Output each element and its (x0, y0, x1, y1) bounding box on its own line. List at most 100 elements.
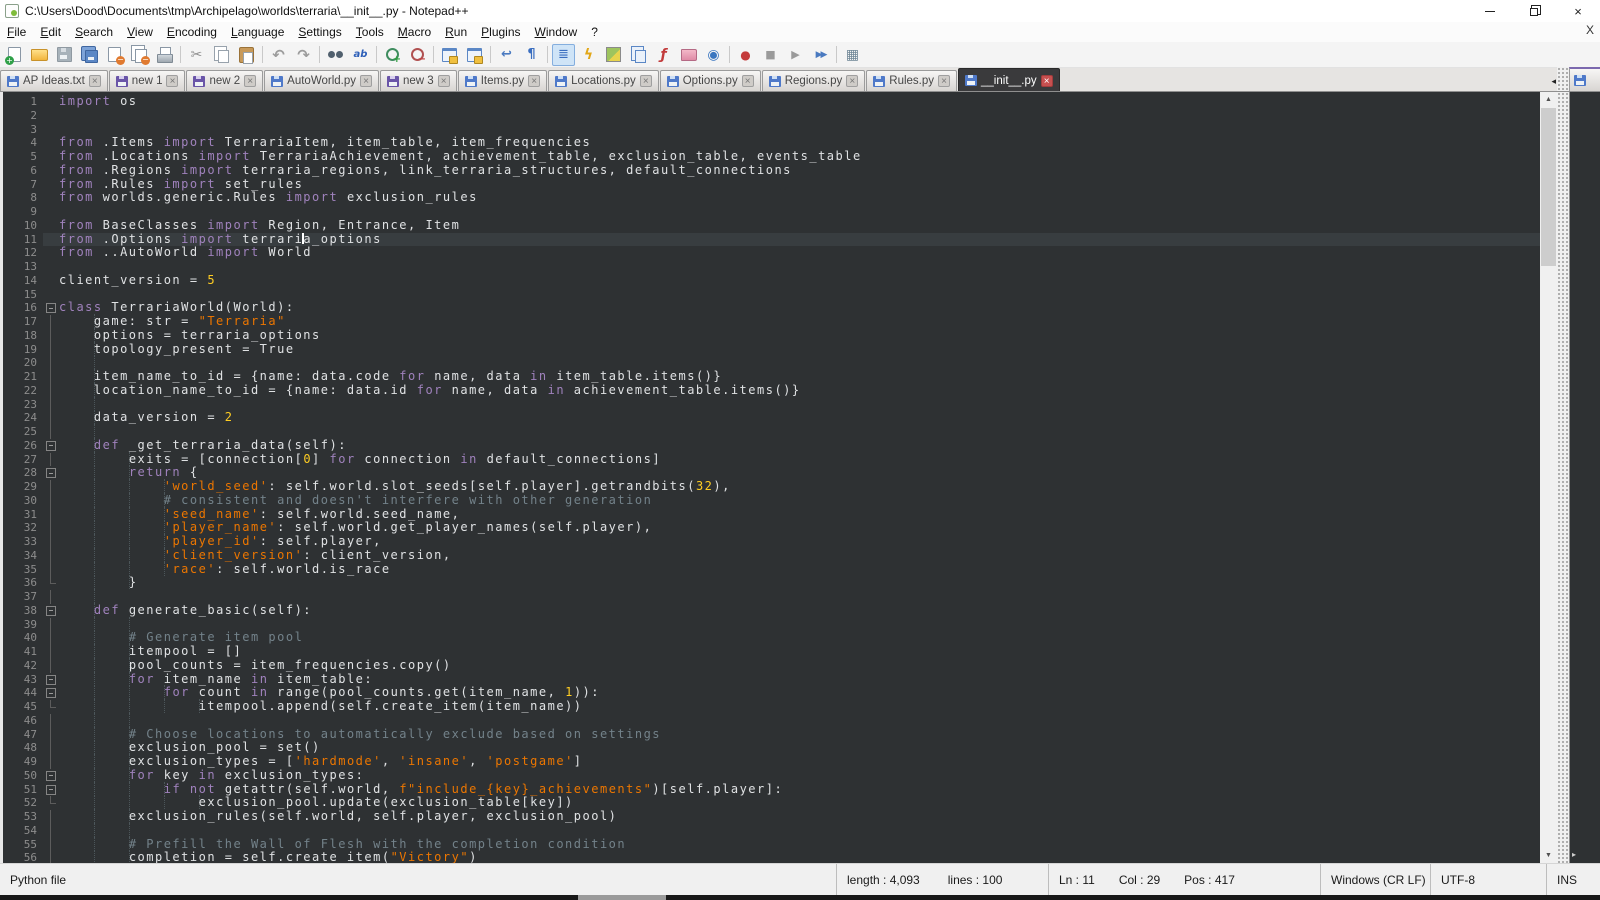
menu-edit[interactable]: Edit (33, 23, 68, 41)
replace-icon[interactable] (349, 44, 372, 66)
view-splitter[interactable] (1557, 92, 1569, 863)
sync-h-icon[interactable] (463, 44, 486, 66)
menu-tools[interactable]: Tools (349, 23, 391, 41)
fold-box-marker[interactable] (43, 673, 59, 687)
status-encoding[interactable]: UTF-8 (1430, 864, 1546, 895)
toolbar-separator (490, 46, 491, 63)
sync-v-icon[interactable] (438, 44, 461, 66)
tab-close-icon[interactable]: × (938, 75, 950, 87)
menu-view[interactable]: View (120, 23, 160, 41)
menu-settings[interactable]: Settings (291, 23, 348, 41)
fold-box-marker[interactable] (43, 769, 59, 783)
tab-new-1[interactable]: new 1× (109, 70, 186, 91)
code-editor[interactable]: 1import os234from .Items import Terraria… (0, 92, 1540, 863)
indent-guide-icon[interactable] (552, 44, 575, 66)
menu-plugins[interactable]: Plugins (474, 23, 527, 41)
save-all-icon[interactable] (78, 44, 101, 66)
tab-close-icon[interactable]: × (528, 75, 540, 87)
macro-stop-icon[interactable] (759, 44, 782, 66)
vertical-scrollbar[interactable]: ▲ ▼ (1540, 92, 1557, 863)
overflow-tab[interactable] (1569, 67, 1600, 91)
macro-record-icon[interactable] (734, 44, 757, 66)
scroll-up-icon[interactable]: ▲ (1540, 92, 1557, 107)
zoom-out-icon[interactable] (406, 44, 429, 66)
fold-box-marker[interactable] (43, 686, 59, 700)
tab-autoworld-py[interactable]: AutoWorld.py× (264, 70, 379, 91)
macro-run-multi-icon[interactable] (809, 44, 832, 66)
line-number: 42 (3, 659, 43, 673)
tab-rules-py[interactable]: Rules.py× (866, 70, 957, 91)
menu-search[interactable]: Search (68, 23, 120, 41)
tab-close-icon[interactable]: × (166, 75, 178, 87)
find-icon[interactable] (324, 44, 347, 66)
status-eol-format[interactable]: Windows (CR LF) (1320, 864, 1430, 895)
fold-box-marker[interactable] (43, 604, 59, 618)
tab--init-py[interactable]: __init__.py× (958, 68, 1060, 91)
menu-run[interactable]: Run (438, 23, 474, 41)
zoom-in-icon[interactable] (381, 44, 404, 66)
tab-close-icon[interactable]: × (846, 75, 858, 87)
second-view-sliver[interactable]: ▸ (1569, 92, 1600, 863)
paste-icon[interactable] (235, 44, 258, 66)
tab-close-icon[interactable]: × (1041, 75, 1053, 87)
monitoring-icon[interactable] (702, 44, 725, 66)
fold-line-marker (43, 453, 59, 467)
tab-items-py[interactable]: Items.py× (458, 70, 547, 91)
undo-icon[interactable] (267, 44, 290, 66)
tab-close-icon[interactable]: × (360, 75, 372, 87)
tab-close-icon[interactable]: × (742, 75, 754, 87)
tab-options-py[interactable]: Options.py× (660, 70, 761, 91)
show-all-chars-icon[interactable] (520, 44, 543, 66)
redo-icon[interactable] (292, 44, 315, 66)
fold-line-marker (43, 728, 59, 742)
menubar-close-button[interactable]: X (1586, 23, 1594, 37)
macro-save-icon[interactable] (841, 44, 864, 66)
folder-workspace-icon[interactable] (677, 44, 700, 66)
cut-icon[interactable] (185, 44, 208, 66)
new-file-icon[interactable] (3, 44, 26, 66)
scroll-right-icon[interactable]: ▸ (1572, 850, 1576, 859)
doc-map-icon[interactable] (602, 44, 625, 66)
copy-icon[interactable] (210, 44, 233, 66)
menu-help[interactable]: ? (584, 23, 605, 41)
menu-language[interactable]: Language (224, 23, 291, 41)
restore-button[interactable] (1512, 0, 1556, 22)
tab-new-3[interactable]: new 3× (380, 70, 457, 91)
close-icon[interactable] (103, 44, 126, 66)
fold-box-marker[interactable] (43, 439, 59, 453)
print-icon[interactable] (153, 44, 176, 66)
fold-box-marker[interactable] (43, 466, 59, 480)
menu-window[interactable]: Window (528, 23, 585, 41)
doc-list-icon[interactable] (627, 44, 650, 66)
function-list-icon[interactable] (652, 44, 675, 66)
save-icon[interactable] (53, 44, 76, 66)
minimize-button[interactable] (1468, 0, 1512, 22)
fold-box-marker[interactable] (43, 783, 59, 797)
menu-file[interactable]: File (0, 23, 33, 41)
tab-regions-py[interactable]: Regions.py× (762, 70, 866, 91)
tab-close-icon[interactable]: × (438, 75, 450, 87)
tab-ap-ideas-txt[interactable]: AP Ideas.txt× (0, 70, 108, 91)
view-splitter-top[interactable] (1557, 67, 1569, 91)
scroll-down-icon[interactable]: ▼ (1540, 848, 1557, 863)
word-wrap-icon[interactable] (495, 44, 518, 66)
menu-encoding[interactable]: Encoding (160, 23, 224, 41)
tab-close-icon[interactable]: × (244, 75, 256, 87)
macro-play-icon[interactable] (784, 44, 807, 66)
code-text (59, 260, 1540, 274)
tab-new-2[interactable]: new 2× (186, 70, 263, 91)
fold-box-marker[interactable] (43, 301, 59, 315)
tab-locations-py[interactable]: Locations.py× (548, 70, 659, 91)
menu-macro[interactable]: Macro (391, 23, 438, 41)
tab-scroll-left-icon[interactable]: ◂ (1551, 76, 1556, 87)
status-insert-mode[interactable]: INS (1546, 864, 1600, 895)
scrollbar-thumb[interactable] (1541, 108, 1556, 266)
function-completion-icon[interactable] (577, 44, 600, 66)
close-all-icon[interactable] (128, 44, 151, 66)
code-line: 18 options = terraria_options (3, 329, 1540, 343)
code-line: 4from .Items import TerrariaItem, item_t… (3, 136, 1540, 150)
tab-close-icon[interactable]: × (89, 75, 101, 87)
tab-close-icon[interactable]: × (640, 75, 652, 87)
open-file-icon[interactable] (28, 44, 51, 66)
close-button[interactable]: × (1556, 0, 1600, 22)
